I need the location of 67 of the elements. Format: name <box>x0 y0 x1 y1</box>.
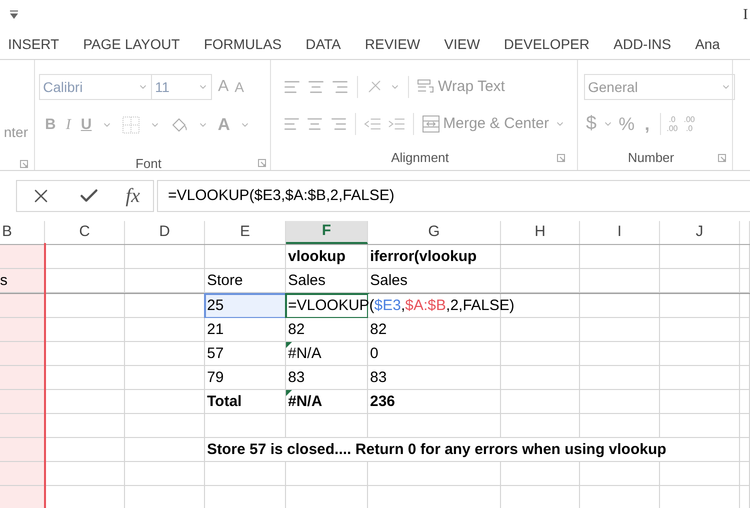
ribbon-tab[interactable]: VIEW <box>444 34 480 55</box>
table-cell <box>740 269 750 293</box>
cell-text: 82 <box>288 321 305 339</box>
customize-toolbar-icon[interactable] <box>10 10 18 20</box>
table-cell <box>0 438 45 462</box>
table-cell <box>740 390 750 414</box>
window-title: I <box>743 6 748 25</box>
table-cell <box>740 414 750 438</box>
group-label: Font <box>134 154 162 172</box>
table-cell <box>740 342 750 366</box>
cell-text: Sales <box>370 272 408 290</box>
table-cell <box>0 462 45 486</box>
cell-text: 21 <box>207 321 224 339</box>
insert-function-button[interactable]: fx <box>126 181 140 211</box>
table-cell <box>0 318 45 342</box>
dialog-launcher-icon[interactable] <box>258 159 266 168</box>
cell-text: s <box>0 272 8 290</box>
middle-align-icon[interactable] <box>307 78 325 96</box>
ribbon-tab[interactable]: DATA <box>306 34 341 55</box>
dialog-launcher-icon[interactable] <box>20 160 28 168</box>
table-cell <box>740 366 750 390</box>
dialog-launcher-icon[interactable] <box>557 154 565 162</box>
cell-text: 57 <box>207 345 224 363</box>
align-center-icon[interactable] <box>306 115 324 133</box>
cell-text: #N/A <box>288 393 322 411</box>
table-cell <box>740 318 750 342</box>
cell-text: Total <box>207 393 242 411</box>
align-left-icon[interactable] <box>283 115 300 133</box>
merge-cells-icon <box>422 115 440 133</box>
cell-text: 79 <box>207 369 224 387</box>
dialog-launcher-icon[interactable] <box>718 154 726 162</box>
ribbon-tab[interactable]: PAGE LAYOUT <box>83 34 180 55</box>
table-cell <box>0 486 45 508</box>
ribbon-tab[interactable]: Ana <box>695 34 720 55</box>
ribbon-tab[interactable]: DEVELOPER <box>504 34 590 55</box>
cell-text: #N/A <box>288 345 322 363</box>
cell-text: 0 <box>370 345 378 363</box>
group-label: Alignment <box>390 149 450 167</box>
ribbon-tab[interactable]: FORMULAS <box>204 34 282 55</box>
ribbon-tab[interactable]: REVIEW <box>364 34 420 55</box>
column-header[interactable]: F <box>286 221 368 244</box>
fill-bucket-icon[interactable] <box>170 116 188 134</box>
ribbon-tab[interactable]: ADD-INS <box>614 34 672 55</box>
cell-text: 82 <box>370 321 387 339</box>
cell-text: iferror(vlookup <box>370 248 477 266</box>
column-header[interactable]: B <box>0 221 45 244</box>
table-cell <box>0 366 45 390</box>
top-align-icon[interactable] <box>283 78 301 96</box>
borders-icon[interactable] <box>122 116 140 134</box>
cell-text: 83 <box>288 369 305 387</box>
table-cell <box>0 414 45 438</box>
table-cell <box>740 462 750 486</box>
group-label: Number <box>626 149 676 167</box>
table-cell <box>0 390 45 414</box>
ribbon-tab[interactable]: INSERT <box>8 34 60 55</box>
cell-text: Store <box>207 272 243 290</box>
cell-text: Store 57 is closed.... Return 0 for any errors when using vlookup <box>207 441 666 459</box>
cell-text: Sales <box>288 272 326 290</box>
bottom-align-icon[interactable] <box>331 78 349 96</box>
cell-text: 236 <box>370 393 396 411</box>
formula-input-field[interactable]: =VLOOKUP($E3,$A:$B,2,FALSE) <box>157 180 750 212</box>
align-right-icon[interactable] <box>330 115 348 133</box>
table-cell <box>740 294 750 318</box>
cell-text: 25 <box>207 297 224 315</box>
cell-text: 83 <box>370 369 387 387</box>
cell-text: vlookup <box>288 248 346 266</box>
table-cell <box>0 342 45 366</box>
